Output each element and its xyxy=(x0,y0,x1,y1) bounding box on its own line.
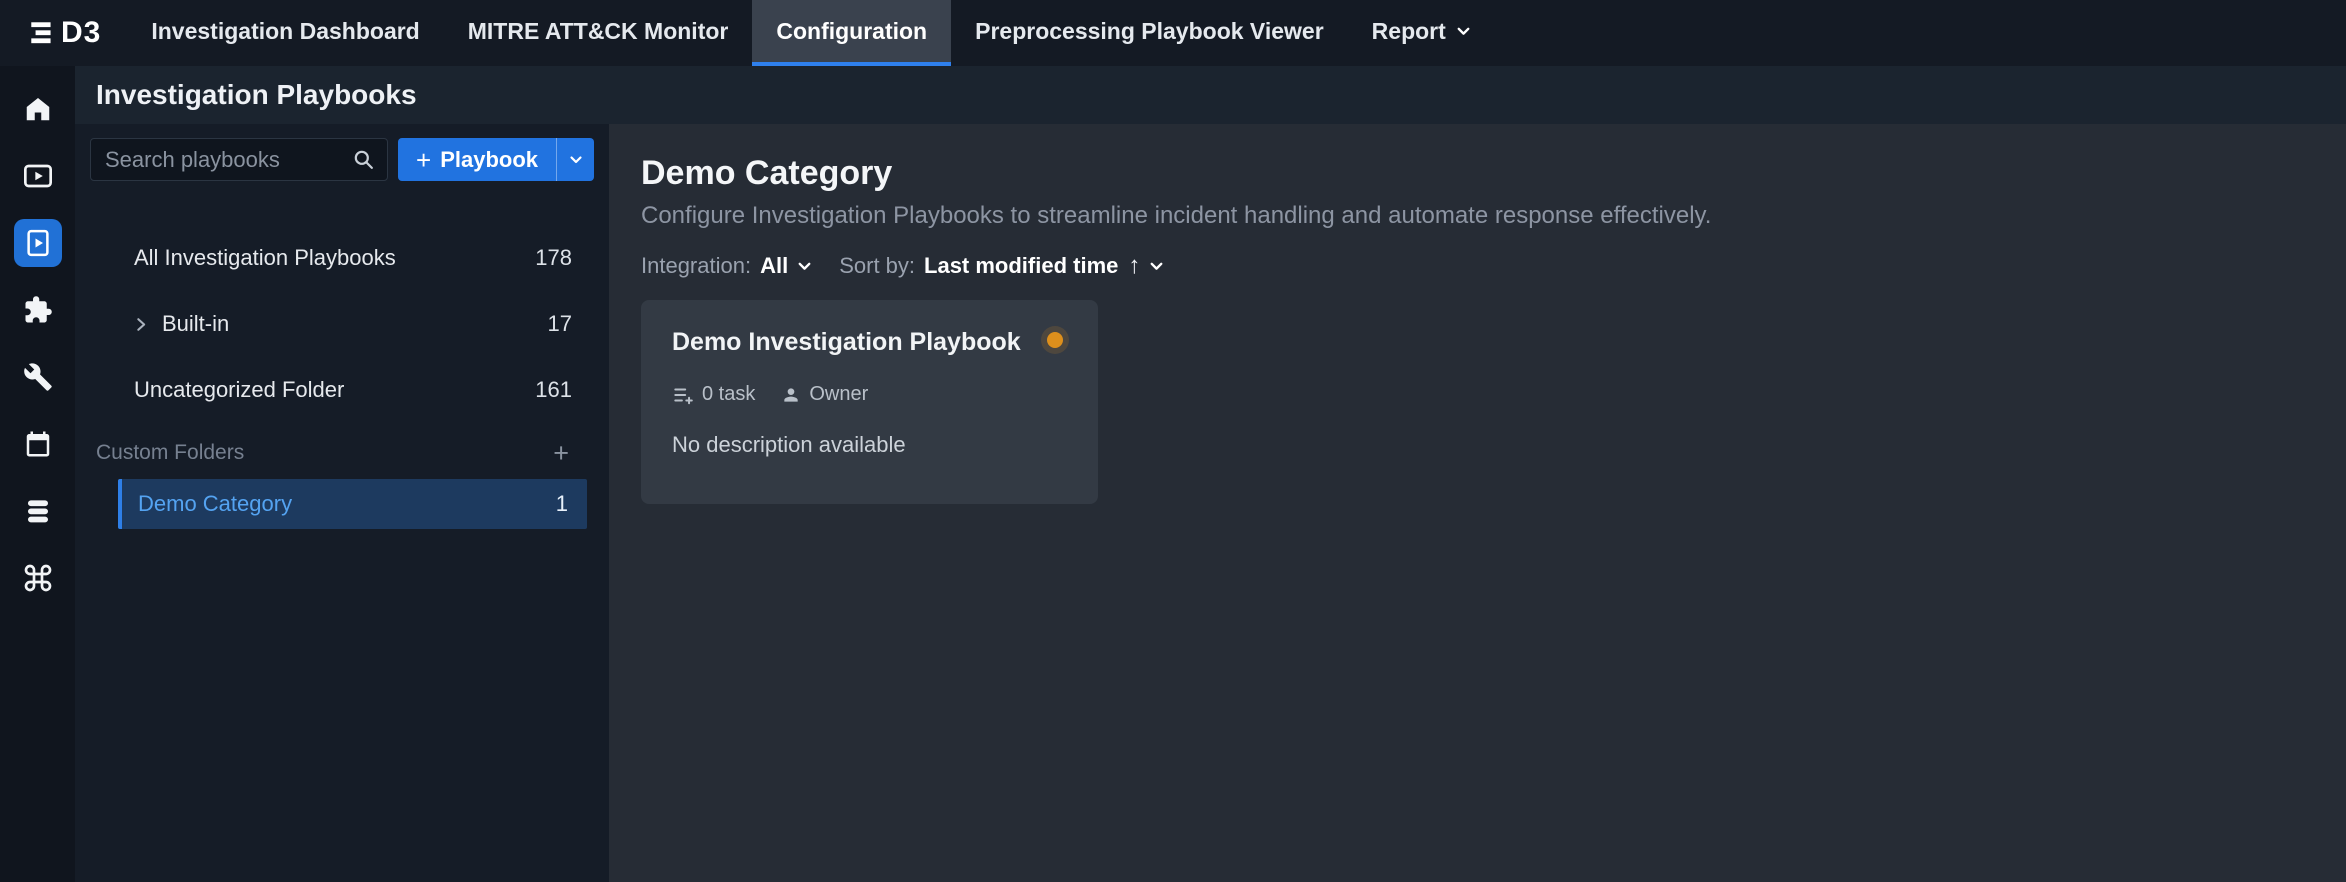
owner-info: Owner xyxy=(781,383,868,406)
folder-count: 178 xyxy=(535,245,572,271)
integration-filter-select[interactable]: All xyxy=(760,253,813,279)
sidebar-item-home[interactable] xyxy=(0,75,75,142)
folder-item-built-in[interactable]: Built-in 17 xyxy=(75,299,609,349)
command-icon xyxy=(22,562,54,594)
status-dot xyxy=(1047,332,1063,348)
sidebar-item-command[interactable] xyxy=(0,544,75,611)
new-playbook-button[interactable]: + Playbook xyxy=(398,138,556,181)
search-input[interactable] xyxy=(90,138,388,181)
sidebar-item-integrations[interactable] xyxy=(0,276,75,343)
page-header: Investigation Playbooks xyxy=(75,66,2346,124)
custom-folders-header: Custom Folders + xyxy=(75,431,609,475)
icon-sidebar xyxy=(0,66,75,882)
task-count-label: 0 task xyxy=(702,383,755,406)
folder-label: Demo Category xyxy=(138,491,556,517)
filter-bar: Integration: All Sort by: Last modified … xyxy=(641,252,2346,280)
owner-label: Owner xyxy=(809,383,868,406)
folder-item-all-investigation-playbooks[interactable]: All Investigation Playbooks 178 xyxy=(75,233,609,283)
folder-count: 17 xyxy=(548,311,572,337)
custom-folders-label: Custom Folders xyxy=(96,441,553,465)
tab-configuration[interactable]: Configuration xyxy=(752,0,951,66)
folder-label: All Investigation Playbooks xyxy=(134,245,535,271)
folder-label: Uncategorized Folder xyxy=(134,377,535,403)
tab-mitre-attck-monitor[interactable]: MITRE ATT&CK Monitor xyxy=(444,0,753,66)
search-icon xyxy=(352,148,376,172)
folder-label: Built-in xyxy=(162,311,537,337)
playbooks-panel: + Playbook All Investigation Playbooks 1… xyxy=(75,124,609,882)
tab-label: Configuration xyxy=(776,18,927,45)
main-tabs: Investigation Dashboard MITRE ATT&CK Mon… xyxy=(127,0,1495,66)
logo-mark-icon xyxy=(29,18,55,48)
new-playbook-split-button: + Playbook xyxy=(398,138,594,181)
playbook-card-meta: 0 task Owner xyxy=(672,383,1067,406)
integration-filter-label: Integration: xyxy=(641,253,751,279)
tab-investigation-dashboard[interactable]: Investigation Dashboard xyxy=(127,0,443,66)
chevron-down-icon xyxy=(1148,258,1165,275)
sidebar-item-schedule[interactable] xyxy=(0,410,75,477)
panel-toolbar: + Playbook xyxy=(90,138,594,181)
sort-value: Last modified time xyxy=(924,253,1118,279)
sort-direction-icon[interactable]: ↑ xyxy=(1128,252,1140,280)
tab-label: MITRE ATT&CK Monitor xyxy=(468,18,729,45)
sort-label: Sort by: xyxy=(839,253,915,279)
folder-count: 161 xyxy=(535,377,572,403)
sidebar-item-data[interactable] xyxy=(0,477,75,544)
home-icon xyxy=(23,94,53,124)
folder-count: 1 xyxy=(556,491,568,517)
tab-report[interactable]: Report xyxy=(1348,0,1496,66)
integration-filter-value: All xyxy=(760,253,788,279)
tab-preprocessing-playbook-viewer[interactable]: Preprocessing Playbook Viewer xyxy=(951,0,1348,66)
chevron-down-icon xyxy=(796,258,813,275)
category-content: Demo Category Configure Investigation Pl… xyxy=(609,124,2346,882)
schedule-icon xyxy=(23,429,53,459)
incidents-icon xyxy=(22,160,54,192)
playbooks-icon xyxy=(23,228,53,258)
logo-text: D3 xyxy=(61,16,101,50)
tab-label: Investigation Dashboard xyxy=(151,18,419,45)
tab-label: Preprocessing Playbook Viewer xyxy=(975,18,1324,45)
category-title: Demo Category xyxy=(641,154,2346,193)
folder-item-uncategorized[interactable]: Uncategorized Folder 161 xyxy=(75,365,609,415)
new-playbook-dropdown-button[interactable] xyxy=(556,138,594,181)
playbook-card-header: Demo Investigation Playbook xyxy=(672,328,1067,357)
task-count: 0 task xyxy=(672,383,755,406)
data-stack-icon xyxy=(23,496,53,526)
playbook-card-title: Demo Investigation Playbook xyxy=(672,328,1021,357)
sidebar-item-playbooks[interactable] xyxy=(0,209,75,276)
search-box xyxy=(90,138,388,181)
new-playbook-label: Playbook xyxy=(440,147,538,173)
plus-icon: + xyxy=(416,150,431,170)
person-icon xyxy=(781,385,801,405)
top-navigation: D3 Investigation Dashboard MITRE ATT&CK … xyxy=(0,0,2346,66)
utilities-icon xyxy=(23,362,53,392)
integrations-icon xyxy=(23,295,53,325)
playbook-card-description: No description available xyxy=(672,432,1067,458)
category-subtitle: Configure Investigation Playbooks to str… xyxy=(641,202,2346,230)
sidebar-item-incidents[interactable] xyxy=(0,142,75,209)
folder-list: All Investigation Playbooks 178 Built-in… xyxy=(75,233,609,529)
folder-item-demo-category[interactable]: Demo Category 1 xyxy=(118,479,587,529)
chevron-down-icon xyxy=(568,152,584,168)
sidebar-item-utilities[interactable] xyxy=(0,343,75,410)
playbook-card[interactable]: Demo Investigation Playbook 0 task Owner xyxy=(641,300,1098,504)
chevron-right-icon[interactable] xyxy=(132,315,151,334)
chevron-down-icon xyxy=(1455,23,1472,40)
page-title: Investigation Playbooks xyxy=(96,79,417,111)
sort-select[interactable]: Last modified time ↑ xyxy=(924,252,1165,280)
tasks-icon xyxy=(672,384,694,406)
tab-label: Report xyxy=(1372,18,1446,45)
add-folder-button[interactable]: + xyxy=(553,438,569,469)
app-logo[interactable]: D3 xyxy=(0,0,127,66)
